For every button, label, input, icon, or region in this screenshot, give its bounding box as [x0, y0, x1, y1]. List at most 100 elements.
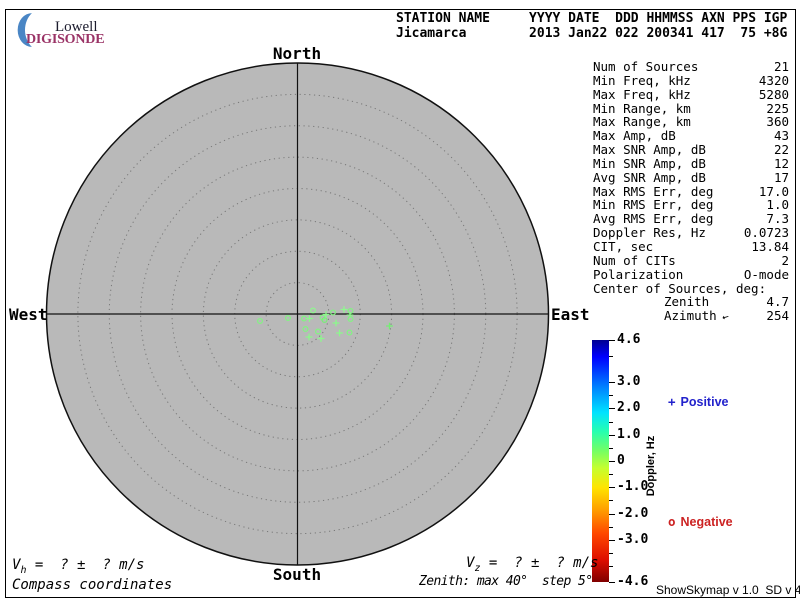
stat-row: Zenith 4.7: [593, 295, 789, 309]
colorbar-major-tick: [609, 513, 615, 515]
stat-value: 5280: [758, 86, 789, 102]
colorbar-major-tick: [609, 340, 615, 341]
colorbar-tick-label: 1.0: [617, 426, 641, 442]
circle-marker-icon: o: [668, 514, 676, 529]
colorbar-minor-tick: [609, 421, 613, 423]
colorbar-tick-label: 0: [617, 453, 625, 468]
stat-row: CIT, sec 13.84: [593, 240, 789, 254]
stat-value: 4320: [758, 72, 789, 88]
stat-label: Max SNR Amp, dB: [593, 142, 706, 158]
stat-label: Zenith: [664, 294, 710, 310]
colorbar-minor-tick: [609, 474, 613, 476]
stat-row: Max Freq, kHz 5280: [593, 86, 789, 102]
colorbar-tick-label: 3.0: [617, 374, 641, 390]
legend-positive: + Positive: [668, 394, 728, 409]
stat-value: 17.0: [758, 183, 789, 199]
stat-value: 13.84: [751, 238, 789, 254]
stats-panel: Num of Sources 21 Min Freq, kHz 4320 Max Fre…: [593, 60, 789, 326]
stat-row: Min Range, km 225: [593, 100, 789, 116]
stat-row: Num of Sources 21: [593, 60, 789, 74]
azimuth-direction-arrow-icon: →: [720, 310, 731, 326]
zenith-scale-note: Zenith: max 40° step 5°: [419, 574, 593, 589]
colorbar-major-tick: [609, 408, 615, 410]
stat-row: Min RMS Err, deg 1.0: [593, 198, 789, 212]
colorbar-major-tick: [609, 582, 615, 583]
vertical-velocity-readout: Vz = ? ± ? m/s: [466, 555, 599, 574]
stat-label: Num of Sources: [593, 59, 699, 74]
colorbar-minor-tick: [609, 355, 613, 357]
stat-value: 22: [773, 142, 789, 158]
stat-row: Max RMS Err, deg 17.0: [593, 183, 789, 199]
stat-label: Avg SNR Amp, dB: [593, 169, 706, 185]
stat-label: Polarization: [593, 266, 684, 282]
colorbar-minor-tick: [609, 395, 613, 397]
stat-value: O-mode: [743, 266, 789, 282]
colorbar-minor-tick: [609, 447, 613, 449]
compass-label-north: North: [272, 44, 322, 63]
stat-value: 360: [766, 114, 789, 130]
stat-value: 17: [773, 169, 789, 185]
stat-label: Min Range, km: [593, 100, 691, 116]
compass-label-south: South: [272, 565, 322, 584]
stat-label: Avg RMS Err, deg: [593, 211, 714, 227]
stat-value: 225: [766, 100, 789, 116]
stat-row: Max SNR Amp, dB 22: [593, 143, 789, 157]
legend-negative-label: Negative: [680, 515, 733, 529]
colorbar-minor-tick: [609, 553, 613, 555]
colorbar-minor-tick: [609, 526, 613, 528]
stat-row: Avg RMS Err, deg 7.3: [593, 212, 789, 226]
legend-negative: o Negative: [668, 514, 733, 529]
colorbar-major-tick: [609, 434, 615, 436]
stat-label: Doppler Res, Hz: [593, 225, 706, 241]
stat-label: CIT, sec: [593, 238, 654, 254]
colorbar-major-tick: [609, 382, 615, 384]
stat-label: Max Range, km: [593, 114, 691, 130]
stat-row: Doppler Res, Hz 0.0723: [593, 226, 789, 240]
stat-label: Min SNR Amp, dB: [593, 155, 706, 171]
stat-label: Max Freq, kHz: [593, 86, 691, 102]
stat-value: 4.7: [766, 294, 789, 310]
stat-value: 7.3: [766, 211, 789, 227]
plus-marker-icon: +: [668, 394, 676, 409]
stat-label: Min RMS Err, deg: [593, 197, 714, 213]
app-version-text: ShowSkymap v 1.0 SD v 4.2: [656, 583, 800, 597]
colorbar-tick-label: -4.6: [617, 574, 649, 589]
stat-value: 2: [781, 252, 789, 268]
stat-row: Num of CITs 2: [593, 252, 789, 268]
stat-label: Num of CITs: [593, 252, 676, 268]
horizontal-velocity-readout: Vh = ? ± ? m/s: [12, 557, 145, 576]
stat-row: Min Freq, kHz 4320: [593, 72, 789, 88]
colorbar-tick-label: 4.6: [617, 332, 641, 347]
stat-value: 21: [773, 59, 789, 74]
colorbar-minor-tick: [609, 500, 613, 502]
stat-label: Max RMS Err, deg: [593, 183, 714, 199]
stat-label: Azimuth: [664, 308, 717, 324]
colorbar-tick-label: -2.0: [617, 505, 649, 521]
stat-value: 43: [773, 128, 789, 144]
stat-label: Min Freq, kHz: [593, 72, 691, 88]
colorbar-tick-label: -1.0: [617, 479, 649, 495]
doppler-colorbar: [592, 340, 609, 582]
compass-label-west: West: [9, 305, 48, 324]
stat-row: Min SNR Amp, dB 12: [593, 157, 789, 171]
colorbar-tick-label: 2.0: [617, 400, 641, 416]
colorbar-major-tick: [609, 487, 615, 489]
doppler-axis-title: Doppler, Hz: [645, 435, 657, 497]
legend-positive-label: Positive: [680, 395, 729, 409]
stat-value: 0.0723: [743, 225, 789, 241]
colorbar-major-tick: [609, 461, 615, 462]
stat-row: Max Range, km 360: [593, 115, 789, 129]
stat-label: Max Amp, dB: [593, 128, 676, 144]
colorbar-minor-tick: [609, 566, 613, 568]
stat-value: 12: [773, 155, 789, 171]
colorbar-major-tick: [609, 539, 615, 541]
compass-coordinates-note: Compass coordinates: [12, 577, 173, 593]
stat-row: Max Amp, dB 43: [593, 129, 789, 143]
stat-row: Polarization O-mode: [593, 266, 789, 282]
showskymap-window: Lowell DIGISONDE STATION NAME YYYY DATE …: [0, 0, 800, 600]
stat-value: 1.0: [766, 197, 789, 213]
stat-row: Center of Sources, deg:: [593, 280, 789, 296]
stat-value: 254: [766, 308, 789, 324]
compass-label-east: East: [551, 305, 590, 324]
stat-label: Center of Sources, deg:: [593, 280, 767, 296]
